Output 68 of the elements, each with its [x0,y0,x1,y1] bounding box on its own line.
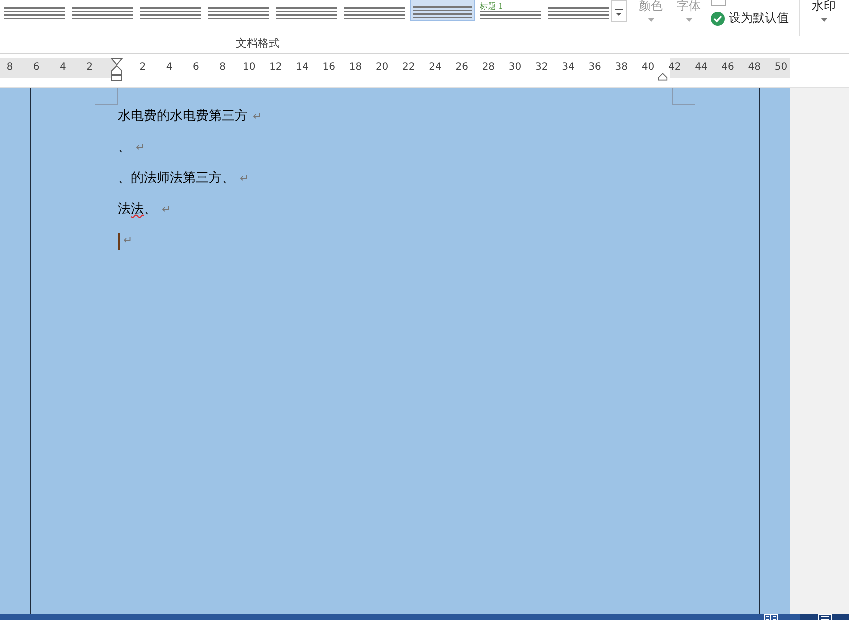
crop-mark [95,88,118,105]
text-lines-drawing [4,7,65,21]
ruler-number: 34 [561,61,576,75]
expand-icon [614,10,624,16]
ruler-number: 38 [614,61,629,75]
ruler-number: 50 [774,61,788,75]
ruler-number: 48 [748,61,762,75]
ruler-number: 22 [402,61,416,75]
paragraph-mark: ↵ [124,233,133,249]
paragraph-text: 、 [118,139,131,157]
text-lines-drawing [480,10,541,21]
ruler-number: 46 [721,61,736,75]
ruler-number: 26 [455,61,470,75]
thumbnail-heading: 标题 1 [480,2,505,10]
ruler-number: 44 [694,61,708,75]
paragraph-mark: ↵ [253,109,262,125]
paragraph-text: 、的法师法第三方、 [118,170,235,188]
ruler-number: 32 [534,61,549,75]
set-default-button[interactable]: 设为默认值 [711,10,789,27]
checkbox[interactable] [711,0,726,6]
ruler-number: 8 [6,61,14,75]
paragraph-mark: ↵ [162,202,172,218]
ruler-number: 28 [482,61,496,75]
ruler-number: 4 [59,61,68,75]
ruler-number: 36 [588,61,602,75]
gallery-more-button[interactable] [611,0,627,22]
paragraph-mark: ↵ [136,140,146,156]
ruler-number: 42 [668,61,682,75]
text-lines-drawing [140,7,201,21]
ruler-number: 18 [348,61,363,75]
right-indent-marker[interactable] [658,72,668,82]
text-lines-drawing [413,6,472,20]
check-icon [711,12,725,26]
ruler-number: 4 [165,61,174,75]
ruler-number: 30 [508,61,522,75]
ruler-number: 2 [86,61,94,75]
caret-icon [648,18,654,22]
group-label: 文档格式 [236,36,280,51]
ruler-number: 6 [192,61,200,75]
ruler-number: 6 [32,61,41,75]
ruler-number: 40 [641,61,656,75]
crop-mark [672,88,695,105]
text-lines-drawing [344,7,405,21]
ruler-number: 20 [375,61,390,75]
text-lines-drawing [208,7,269,21]
paragraph-mark: ↵ [240,171,250,187]
ruler-number: 16 [322,61,336,75]
ruler-number: 14 [296,61,310,75]
ruler-number: 8 [218,61,227,75]
paragraph-text: 水电费的水电费第三方 [118,108,248,126]
text-lines-drawing [548,7,609,21]
style-thumbnail[interactable] [410,0,475,21]
indent-marker[interactable] [111,58,123,82]
ruler-number: 12 [268,61,283,75]
book-icon [764,614,778,620]
caret-icon [686,18,692,22]
text-lines-drawing [72,7,133,21]
ruler-number: 2 [138,61,148,75]
misspelled-text: 法 [131,201,144,219]
style-thumbnail[interactable]: 标题 1 [478,0,543,21]
watermark-button[interactable]: 水印 [812,0,836,22]
paragraph-text: 法 [118,201,131,219]
page-icon [818,614,832,620]
ruler-number: 24 [428,61,442,75]
paragraph-text: 、 [144,201,157,219]
caret-icon [820,18,828,22]
text-lines-drawing [276,7,337,21]
ruler-number: 10 [242,61,256,75]
